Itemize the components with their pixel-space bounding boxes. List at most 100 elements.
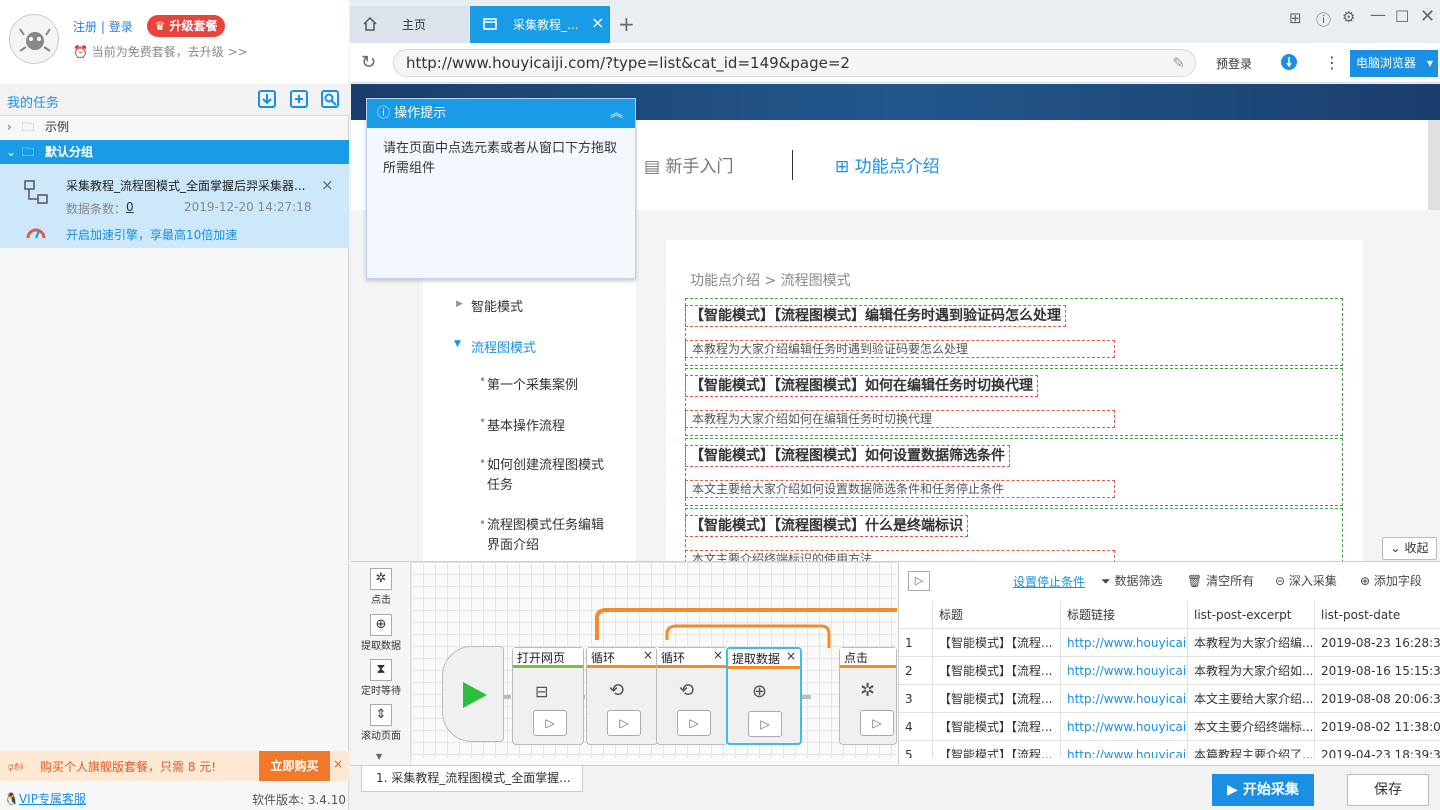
more-menu-icon[interactable]: ⋮	[1324, 53, 1340, 72]
flow-node-extract[interactable]: 提取数据 × ⊕ ▷	[726, 647, 802, 745]
table-header-cell[interactable]: list-post-date	[1315, 601, 1440, 629]
article-desc[interactable]: 本文主要介绍终端标识的使用方法	[685, 550, 1115, 561]
nav-features[interactable]: ⊞ 功能点介绍	[835, 152, 940, 177]
touch-icon[interactable]	[1280, 53, 1298, 74]
table-header-cell[interactable]: 标题链接	[1061, 601, 1188, 629]
avatar[interactable]	[9, 14, 59, 64]
tool-scroll[interactable]: ⇕ 滚动页面	[355, 704, 407, 742]
new-task-icon[interactable]	[289, 89, 309, 112]
start-collect-button[interactable]: ▶ 开始采集	[1212, 774, 1314, 806]
table-header-cell[interactable]: list-post-excerpt	[1188, 601, 1315, 629]
tab-home[interactable]: 主页	[350, 6, 469, 43]
help-icon[interactable]: ⓘ	[1316, 9, 1331, 30]
side-sub-item[interactable]: 第一个采集案例	[487, 374, 578, 393]
node-run-button[interactable]: ▷	[677, 710, 711, 736]
article-desc[interactable]: 本文主要给大家介绍如何设置数据筛选条件和任务停止条件	[685, 480, 1115, 498]
task-title[interactable]: 采集教程_流程图模式_全面掌握后羿采集器...	[66, 177, 305, 194]
flow-node-open-page[interactable]: 打开网页 ⊟ ▷	[512, 647, 584, 745]
collapse-up-icon[interactable]: ︽	[610, 99, 623, 128]
tab-close-icon[interactable]: ×	[591, 13, 604, 32]
table-cell[interactable]: 【智能模式】【流程...	[933, 629, 1061, 657]
flow-node-click[interactable]: 点击 ✲ ▷	[839, 647, 897, 745]
edit-icon[interactable]: ✎	[1172, 50, 1185, 76]
side-smart-mode[interactable]: 智能模式	[471, 296, 523, 315]
node-close-icon[interactable]: ×	[643, 648, 653, 662]
table-cell[interactable]: 本篇教程主要介绍了...	[1188, 741, 1315, 758]
table-cell[interactable]: 本文主要给大家介绍...	[1188, 685, 1315, 713]
flow-node-loop[interactable]: 循环 × ⟲ ▷	[656, 647, 728, 745]
table-cell[interactable]: 本教程为大家介绍如...	[1188, 657, 1315, 685]
window-close-icon[interactable]: ✕	[1420, 6, 1435, 27]
save-button[interactable]: 保存	[1347, 774, 1429, 806]
node-run-button[interactable]: ▷	[607, 710, 641, 736]
vip-support-link[interactable]: 🐧VIP专属客服	[4, 790, 86, 807]
table-cell[interactable]: 本文主要介绍终端标...	[1188, 713, 1315, 741]
table-cell[interactable]: 【智能模式】【流程...	[933, 657, 1061, 685]
group-default[interactable]: ⌄ 🗀 默认分组	[0, 140, 349, 164]
side-sub-item[interactable]: 如何创建流程图模式任务	[487, 456, 607, 496]
table-cell[interactable]: 2019-08-23 16:28:31	[1315, 629, 1440, 657]
table-cell[interactable]: http://www.houyicai...	[1061, 741, 1188, 758]
plan-note[interactable]: 当前为免费套餐，去升级 >>	[92, 45, 248, 59]
minimize-icon[interactable]: —	[1370, 5, 1386, 24]
table-cell[interactable]: http://www.houyicai...	[1061, 657, 1188, 685]
reload-icon[interactable]: ↻	[361, 52, 376, 73]
article-desc[interactable]: 本教程为大家介绍如何在编辑任务时切换代理	[685, 410, 1115, 428]
task-tab[interactable]: 1. 采集教程_流程图模式_全面掌握...	[361, 766, 583, 792]
table-cell[interactable]: 2019-08-16 15:15:33	[1315, 657, 1440, 685]
login-link[interactable]: 登录	[109, 20, 133, 34]
table-cell[interactable]: http://www.houyicai...	[1061, 713, 1188, 741]
side-sub-item[interactable]: 流程图模式任务编辑界面介绍	[487, 516, 607, 556]
node-run-button[interactable]: ▷	[533, 710, 567, 736]
flow-canvas[interactable]: 打开网页 ⊟ ▷ 循环 × ⟲ ▷ 循环 × ⟲ ▷ 提取数据 × ⊕ ▷ 点击…	[411, 562, 897, 758]
table-cell[interactable]: http://www.houyicai...	[1061, 685, 1188, 713]
table-cell[interactable]: 【智能模式】【流程...	[933, 741, 1061, 758]
table-header-cell[interactable]: 标题	[933, 601, 1061, 629]
promo-close-icon[interactable]: ×	[333, 757, 343, 771]
article-desc[interactable]: 本教程为大家介绍编辑任务时遇到验证码要怎么处理	[685, 340, 1115, 358]
article-title[interactable]: 【智能模式】【流程图模式】编辑任务时遇到验证码怎么处理	[685, 305, 1066, 327]
prelogin-button[interactable]: 预登录	[1216, 55, 1252, 72]
browser-mode-select[interactable]: 电脑浏览器 ▾	[1350, 50, 1438, 77]
buy-now-button[interactable]: 立即购买	[259, 751, 330, 781]
settings-icon[interactable]: ⚙	[1342, 8, 1355, 26]
task-item[interactable]: 采集教程_流程图模式_全面掌握后羿采集器... × 数据条数： 0 2019-1…	[0, 164, 349, 248]
node-close-icon[interactable]: ×	[713, 648, 723, 662]
node-run-button[interactable]: ▷	[748, 711, 782, 737]
collapse-button[interactable]: ⌄ 收起	[1382, 537, 1437, 560]
article-title[interactable]: 【智能模式】【流程图模式】如何在编辑任务时切换代理	[685, 375, 1038, 397]
table-cell[interactable]: 【智能模式】【流程...	[933, 685, 1061, 713]
side-flow-mode[interactable]: 流程图模式	[471, 337, 536, 356]
group-example[interactable]: › 🗀 示例	[0, 115, 349, 139]
maximize-icon[interactable]: ☐	[1395, 7, 1409, 26]
search-task-icon[interactable]	[320, 89, 340, 112]
article-title[interactable]: 【智能模式】【流程图模式】什么是终端标识	[685, 515, 968, 537]
url-input[interactable]: http://www.houyicaiji.com/?type=list&cat…	[393, 49, 1196, 77]
tool-extract[interactable]: ⊕ 提取数据	[355, 614, 407, 652]
table-cell[interactable]: 2019-08-02 11:38:06	[1315, 713, 1440, 741]
accel-link[interactable]: 开启加速引擎，享最高10倍加速	[66, 226, 237, 243]
side-sub-item[interactable]: 基本操作流程	[487, 415, 565, 434]
tool-click[interactable]: ✲ 点击	[355, 568, 407, 606]
node-close-icon[interactable]: ×	[786, 649, 796, 663]
start-node[interactable]	[442, 646, 504, 742]
import-task-icon[interactable]	[257, 89, 277, 112]
table-cell[interactable]: 本教程为大家介绍编...	[1188, 629, 1315, 657]
node-run-button[interactable]: ▷	[860, 710, 894, 736]
tab-active[interactable]: 采集教程_... ×	[470, 6, 610, 43]
new-tab-icon[interactable]: +	[618, 12, 635, 36]
flow-node-loop[interactable]: 循环 × ⟲ ▷	[586, 647, 658, 745]
page-scrollbar[interactable]	[1428, 120, 1440, 210]
scroll-down-icon[interactable]: ▼	[376, 752, 382, 761]
table-cell[interactable]: 2019-08-08 20:06:31	[1315, 685, 1440, 713]
upgrade-button[interactable]: ♛ 升级套餐	[147, 15, 225, 37]
nav-beginner[interactable]: ▤ 新手入门	[644, 152, 733, 177]
table-cell[interactable]: 2019-04-23 18:39:34	[1315, 741, 1440, 758]
table-cell[interactable]: http://www.houyicai...	[1061, 629, 1188, 657]
register-link[interactable]: 注册	[73, 20, 97, 34]
article-title[interactable]: 【智能模式】【流程图模式】如何设置数据筛选条件	[685, 445, 1010, 467]
close-icon[interactable]: ×	[321, 176, 334, 194]
gift-icon[interactable]: ⊞	[1289, 9, 1302, 27]
count-value[interactable]: 0	[126, 200, 134, 214]
table-cell[interactable]: 【智能模式】【流程...	[933, 713, 1061, 741]
